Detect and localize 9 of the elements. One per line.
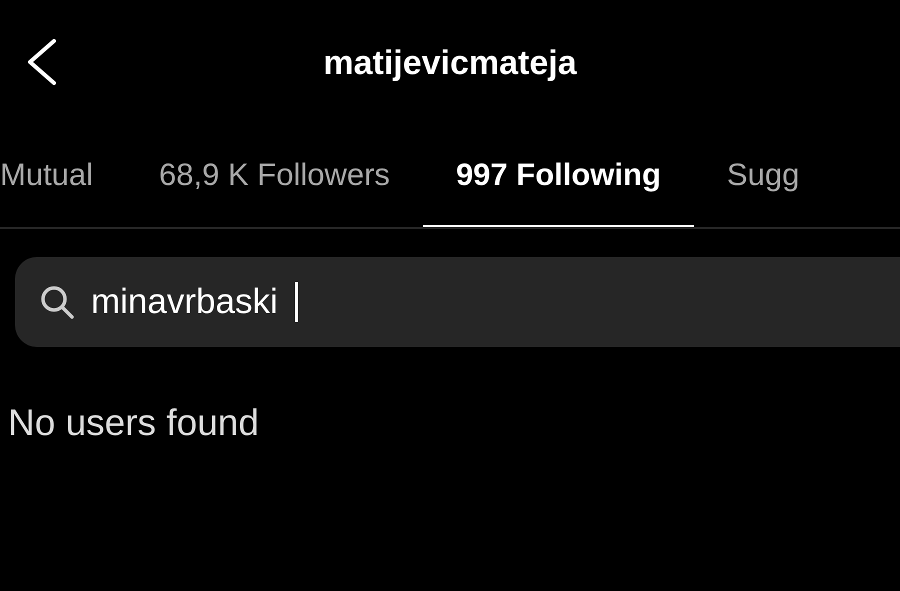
tab[interactable]: 997 Following <box>422 125 694 227</box>
tab[interactable]: Mutual <box>0 125 126 227</box>
search-icon <box>39 284 75 320</box>
profile-title: matijevicmateja <box>323 46 577 80</box>
text-cursor <box>294 282 298 322</box>
search-field[interactable]: minavrbaski <box>15 257 900 347</box>
tab[interactable]: 68,9 K Followers <box>126 125 423 227</box>
empty-message: No users found <box>8 401 260 445</box>
tab[interactable]: Sugg <box>694 125 832 227</box>
